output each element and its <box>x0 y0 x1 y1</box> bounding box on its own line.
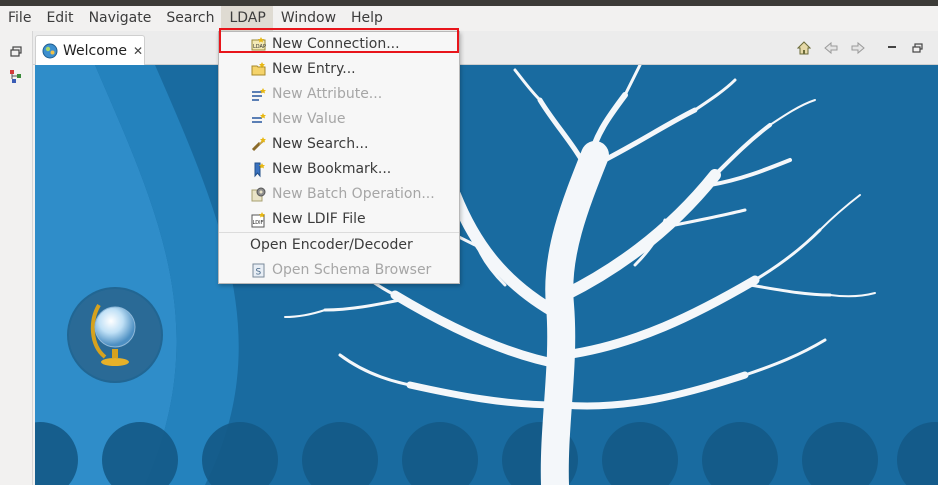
highlight-box <box>219 28 459 53</box>
new-entry-icon <box>251 62 266 76</box>
menu-item-label: New LDIF File <box>272 211 366 227</box>
new-ldif-file-icon: LDIF <box>251 212 265 228</box>
forward-arrow-icon[interactable] <box>851 41 865 55</box>
home-icon[interactable] <box>797 41 811 55</box>
menu-item-label: New Entry... <box>272 61 356 77</box>
new-batch-operation-icon <box>251 187 266 202</box>
menu-item-new-batch-operation[interactable]: New Batch Operation... <box>219 182 459 207</box>
tab-welcome-label: Welcome <box>63 42 128 59</box>
menu-file[interactable]: File <box>0 6 38 31</box>
left-trim-stack <box>0 31 33 485</box>
menu-item-new-bookmark[interactable]: New Bookmark... <box>219 157 459 182</box>
menu-item-new-entry[interactable]: New Entry... <box>219 57 459 82</box>
menu-item-new-ldif-file[interactable]: LDIF New LDIF File <box>219 207 459 232</box>
menu-item-label: Open Schema Browser <box>272 262 432 278</box>
menu-edit[interactable]: Edit <box>38 6 80 31</box>
back-arrow-icon[interactable] <box>824 41 838 55</box>
menu-item-label: New Attribute... <box>272 86 383 102</box>
welcome-background-illustration <box>35 65 938 485</box>
welcome-icon <box>42 43 58 58</box>
new-attribute-icon <box>252 88 266 101</box>
schema-browser-icon: S <box>252 263 265 278</box>
menu-item-new-value[interactable]: New Value <box>219 107 459 132</box>
menu-item-label: New Batch Operation... <box>272 186 435 202</box>
maximize-icon[interactable] <box>911 41 925 55</box>
svg-text:LDIF: LDIF <box>253 220 264 226</box>
tab-welcome[interactable]: Welcome ✕ <box>35 35 145 65</box>
menu-search[interactable]: Search <box>158 6 221 31</box>
new-search-icon <box>251 137 266 152</box>
menu-item-label: New Value <box>272 111 346 127</box>
ldap-menu-dropdown: LDAP New Connection... New Entry... New … <box>218 31 460 284</box>
menu-bar: File Edit Navigate Search LDAP Window He… <box>0 6 938 31</box>
svg-text:S: S <box>256 268 262 278</box>
close-icon[interactable]: ✕ <box>133 44 143 58</box>
ldap-browser-view-icon[interactable] <box>9 69 24 84</box>
menu-item-open-schema-browser[interactable]: S Open Schema Browser <box>219 258 459 283</box>
menu-item-label: New Bookmark... <box>272 161 392 177</box>
restore-icon[interactable] <box>9 44 24 59</box>
menu-navigate[interactable]: Navigate <box>81 6 159 31</box>
menu-item-label: Open Encoder/Decoder <box>250 237 413 253</box>
minimize-icon[interactable] <box>885 41 899 55</box>
menu-item-new-attribute[interactable]: New Attribute... <box>219 82 459 107</box>
menu-item-new-search[interactable]: New Search... <box>219 132 459 157</box>
new-value-icon <box>252 113 266 123</box>
menu-item-open-encoder-decoder[interactable]: Open Encoder/Decoder <box>219 233 459 258</box>
welcome-page <box>35 65 938 485</box>
menu-item-label: New Search... <box>272 136 369 152</box>
new-bookmark-icon <box>254 162 265 178</box>
